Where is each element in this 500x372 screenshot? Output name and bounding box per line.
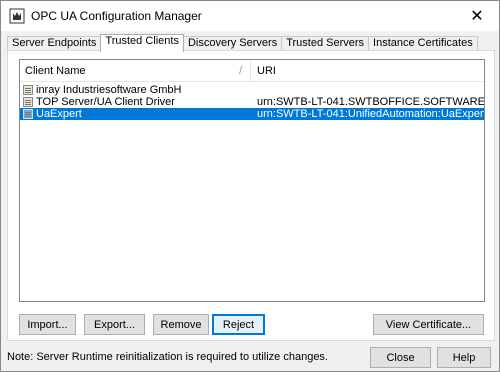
column-resize-handle[interactable]: / [239, 63, 242, 77]
column-header-uri[interactable]: URI [257, 65, 276, 77]
certificate-icon [23, 97, 33, 107]
trusted-clients-panel: Client Name / URI inray Industriesoftwar… [7, 50, 495, 341]
close-button[interactable]: Close [370, 347, 431, 368]
list-item-selected[interactable]: UaExpert urn:SWTB-LT-041:UnifiedAutomati… [20, 108, 484, 120]
client-uri: urn:SWTB-LT-041:UnifiedAutomation:UaExpe… [257, 108, 484, 120]
reject-button[interactable]: Reject [212, 314, 265, 335]
remove-button[interactable]: Remove [153, 314, 209, 335]
config-manager-window: OPC UA Configuration Manager ✕ Server En… [0, 0, 500, 372]
app-icon [9, 8, 25, 24]
client-uri: urn:SWTB-LT-041.SWTBOFFICE.SOFTWARETOOLB… [257, 96, 484, 108]
trusted-clients-list[interactable]: Client Name / URI inray Industriesoftwar… [19, 59, 485, 302]
close-window-icon[interactable]: ✕ [455, 1, 499, 31]
client-name: UaExpert [36, 108, 82, 120]
tab-trusted-clients[interactable]: Trusted Clients [100, 34, 184, 52]
list-item[interactable]: inray Industriesoftware GmbH [20, 84, 484, 96]
certificate-icon [23, 109, 33, 119]
help-button[interactable]: Help [437, 347, 491, 368]
tab-discovery-servers[interactable]: Discovery Servers [182, 36, 283, 51]
tab-server-endpoints[interactable]: Server Endpoints [7, 36, 102, 51]
tab-strip: Server Endpoints Trusted Clients Discove… [7, 34, 478, 52]
title-bar: OPC UA Configuration Manager ✕ [1, 1, 499, 31]
column-separator [250, 61, 251, 81]
tab-instance-certificates[interactable]: Instance Certificates [368, 36, 478, 51]
tab-trusted-servers[interactable]: Trusted Servers [281, 36, 370, 51]
export-button[interactable]: Export... [84, 314, 145, 335]
window-title: OPC UA Configuration Manager [31, 9, 202, 23]
import-button[interactable]: Import... [19, 314, 76, 335]
view-certificate-button[interactable]: View Certificate... [373, 314, 484, 335]
list-header: Client Name / URI [20, 60, 484, 82]
list-item[interactable]: TOP Server/UA Client Driver urn:SWTB-LT-… [20, 96, 484, 108]
status-note: Note: Server Runtime reinitialization is… [7, 351, 328, 363]
client-name: inray Industriesoftware GmbH [36, 84, 182, 96]
client-name: TOP Server/UA Client Driver [36, 96, 175, 108]
column-header-client-name[interactable]: Client Name [25, 65, 86, 77]
certificate-icon [23, 85, 33, 95]
